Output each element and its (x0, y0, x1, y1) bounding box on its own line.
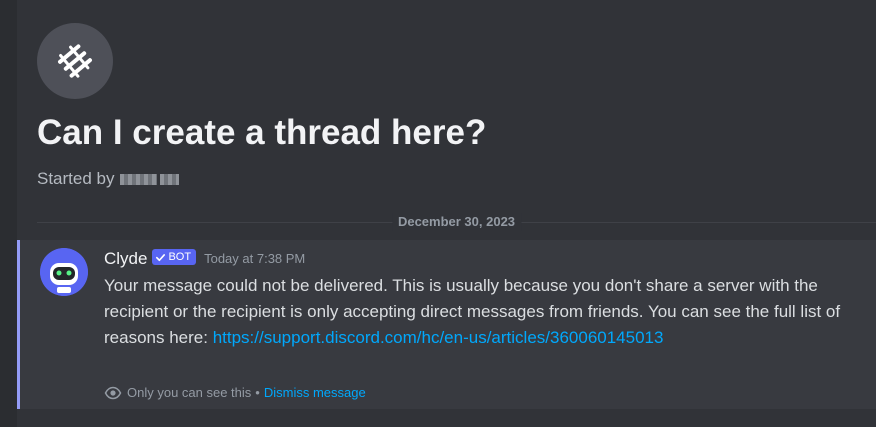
bottom-spacer (17, 409, 876, 427)
support-link[interactable]: https://support.discord.com/hc/en-us/art… (213, 328, 664, 347)
message-content: Your message could not be delivered. Thi… (104, 273, 864, 351)
bot-tag: BOT (152, 249, 197, 265)
started-by-label: Started by (37, 169, 115, 188)
clyde-robot-icon (40, 248, 88, 296)
started-by: Started by (37, 168, 179, 190)
thread-icon (37, 23, 113, 99)
date-divider: December 30, 2023 (37, 213, 876, 231)
separator-dot: • (255, 385, 260, 400)
eye-icon (104, 384, 122, 402)
divider-date: December 30, 2023 (391, 213, 522, 231)
ephemeral-notice: Only you can see this • Dismiss message (104, 384, 366, 402)
message-timestamp[interactable]: Today at 7:38 PM (204, 250, 305, 268)
verified-check-icon (156, 253, 166, 261)
thread-title: Can I create a thread here? (37, 113, 487, 152)
bot-tag-label: BOT (168, 251, 192, 263)
ephemeral-message[interactable]: Clyde BOT Today at 7:38 PM Your message … (17, 240, 876, 409)
author-name[interactable]: Clyde (104, 248, 147, 270)
avatar[interactable] (40, 248, 88, 296)
message-header: Clyde BOT Today at 7:38 PM (104, 248, 305, 270)
redacted-username[interactable] (119, 173, 179, 185)
ephemeral-note: Only you can see this (127, 385, 252, 400)
dismiss-message-link[interactable]: Dismiss message (264, 384, 366, 402)
left-sidebar-edge (0, 0, 17, 427)
